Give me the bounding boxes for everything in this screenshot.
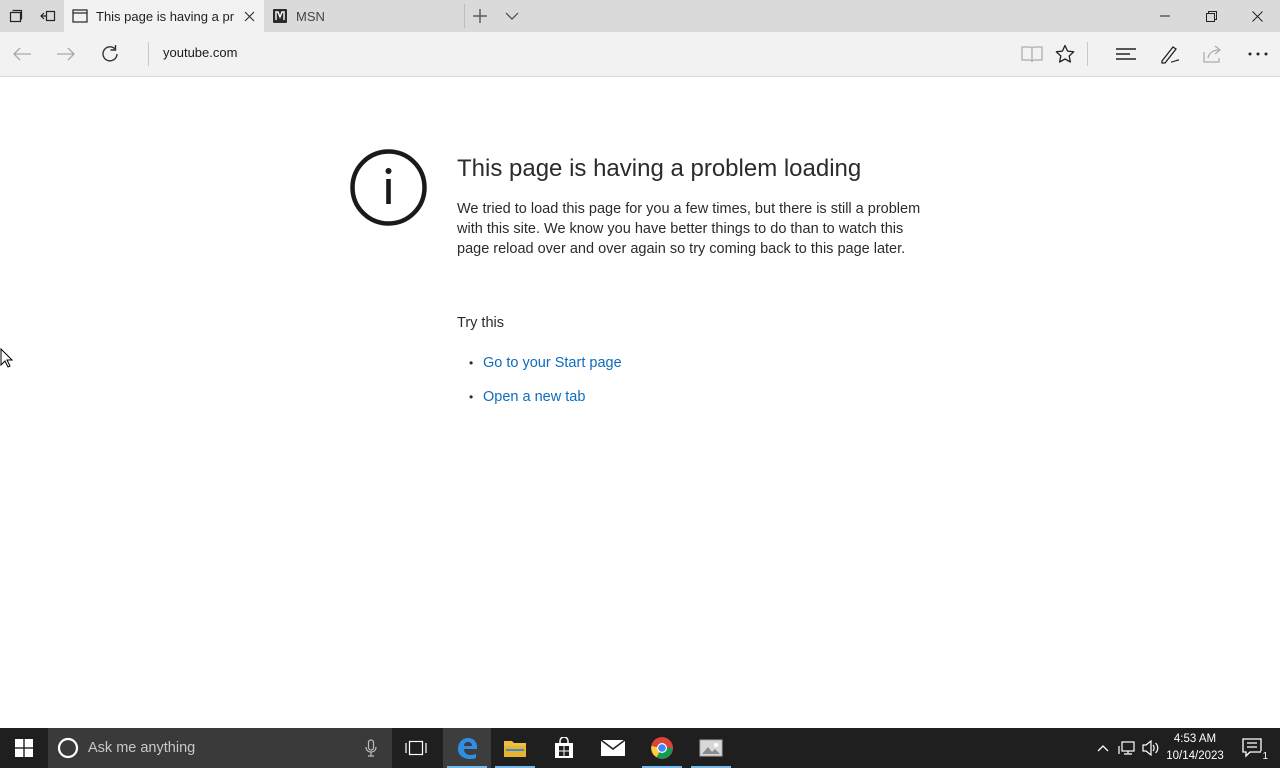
error-description: We tried to load this page for you a few… (457, 201, 921, 257)
volume-icon (1142, 740, 1159, 756)
navigation-bar: youtube.com (0, 32, 1280, 77)
clock[interactable]: 4:53 AM 10/14/2023 (1160, 731, 1230, 765)
plus-icon (473, 9, 487, 23)
taskbar-chrome[interactable] (638, 728, 686, 768)
close-icon (244, 11, 254, 21)
restore-button[interactable] (1188, 0, 1234, 32)
tab-msn[interactable]: MSN (264, 0, 464, 32)
favorite-button[interactable] (1043, 32, 1087, 76)
windows-icon (15, 739, 33, 757)
share-button[interactable] (1191, 32, 1235, 76)
edge-icon (458, 738, 477, 759)
suggestion-item: • Open a new tab (469, 389, 585, 405)
file-explorer-icon (504, 741, 526, 757)
taskbar-file-explorer[interactable] (491, 728, 539, 768)
hub-button[interactable] (1104, 32, 1148, 76)
bullet: • (469, 356, 474, 370)
set-tabs-aside-button[interactable] (32, 0, 64, 32)
taskbar-store[interactable] (540, 728, 588, 768)
new-tab-button[interactable] (464, 0, 496, 32)
tab-manager-button[interactable] (0, 0, 32, 32)
forward-button[interactable] (44, 32, 88, 76)
more-button[interactable] (1236, 32, 1280, 76)
tab-close-button[interactable] (234, 0, 264, 32)
clock-time: 4:53 AM (1173, 733, 1217, 745)
notification-count: 1 (1261, 751, 1269, 762)
mouse-pointer-icon (0, 348, 14, 368)
web-note-button[interactable] (1148, 32, 1192, 76)
page-content: This page is having a problem loading We… (0, 77, 1280, 728)
chevron-down-icon (505, 12, 519, 20)
toolbar-divider (1087, 42, 1088, 66)
forward-arrow-icon (57, 47, 75, 61)
taskbar-photos[interactable] (687, 728, 735, 768)
minimize-icon (1160, 15, 1170, 17)
task-view-icon (405, 740, 427, 756)
chevron-up-icon (1097, 745, 1109, 752)
back-arrow-icon (13, 47, 31, 61)
show-hidden-icons-button[interactable] (1092, 728, 1114, 768)
suggestion-item: • Go to your Start page (469, 355, 622, 371)
address-divider (148, 42, 149, 66)
microphone-icon (365, 739, 377, 757)
tab-active[interactable]: This page is having a pr (64, 0, 264, 32)
store-icon (555, 737, 573, 758)
microphone-button[interactable] (350, 728, 392, 768)
cortana-icon (57, 737, 79, 759)
bullet: • (469, 390, 474, 404)
address-field[interactable]: youtube.com (163, 45, 237, 60)
try-this-heading: Try this (457, 315, 504, 331)
msn-icon (273, 9, 287, 23)
photos-icon (699, 739, 723, 757)
start-button[interactable] (0, 728, 48, 768)
open-new-tab-link[interactable]: Open a new tab (483, 389, 585, 405)
page-icon (72, 9, 88, 23)
refresh-button[interactable] (88, 32, 132, 76)
tab-title: This page is having a pr (96, 8, 234, 24)
cortana-button[interactable] (48, 728, 88, 768)
go-to-start-page-link[interactable]: Go to your Start page (483, 355, 622, 371)
search-box[interactable]: Ask me anything (48, 728, 392, 768)
taskbar: Ask me anything 4:53 AM 10/14/2023 1 (0, 728, 1280, 768)
tab-bar: This page is having a pr MSN (0, 0, 1280, 32)
book-icon (1021, 46, 1043, 63)
star-icon (1055, 44, 1075, 63)
taskbar-edge[interactable] (443, 728, 491, 768)
pen-icon (1161, 46, 1180, 64)
tab-preview-button[interactable] (496, 0, 528, 32)
search-placeholder: Ask me anything (88, 740, 196, 756)
info-icon (350, 149, 427, 226)
more-icon (1248, 52, 1268, 56)
set-aside-icon (40, 10, 56, 22)
refresh-icon (102, 45, 118, 62)
close-icon (1251, 10, 1263, 22)
minimize-button[interactable] (1142, 0, 1188, 32)
tab-title: MSN (296, 8, 325, 24)
back-button[interactable] (0, 32, 44, 76)
clock-date: 10/14/2023 (1166, 750, 1224, 762)
task-view-button[interactable] (392, 728, 440, 768)
error-title: This page is having a problem loading (457, 155, 862, 182)
network-button[interactable] (1115, 728, 1139, 768)
close-window-button[interactable] (1234, 0, 1280, 32)
action-center-button[interactable]: 1 (1234, 728, 1274, 768)
tabs-aside-icon (9, 9, 23, 23)
taskbar-mail[interactable] (589, 728, 637, 768)
network-icon (1118, 741, 1135, 755)
share-icon (1203, 45, 1221, 63)
restore-icon (1205, 10, 1217, 22)
chrome-icon (651, 737, 673, 759)
mail-icon (600, 739, 626, 756)
hub-icon (1116, 48, 1136, 60)
